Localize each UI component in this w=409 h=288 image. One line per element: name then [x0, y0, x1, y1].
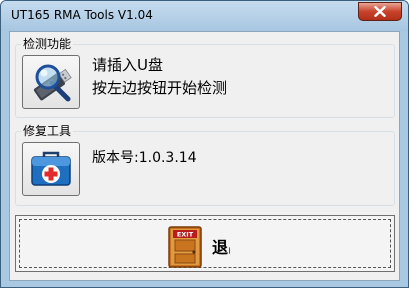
start-detect-button[interactable]: [22, 55, 80, 109]
client-area: 检测功能 请插入U盘 按左边按钮开始检测 修复工具 版本号:1.0.3.14 E…: [9, 31, 400, 281]
repair-tool-button[interactable]: [22, 142, 80, 196]
exit-door-icon: EXIT: [168, 226, 202, 268]
detect-group-legend: 检测功能: [21, 37, 74, 51]
repair-group-legend: 修复工具: [21, 124, 74, 138]
usb-drive-magnifier-icon: [33, 64, 72, 102]
version-text: 版本号:1.0.3.14: [92, 150, 197, 166]
first-aid-kit-icon: [31, 151, 71, 186]
close-button[interactable]: [358, 2, 402, 21]
exit-label: 退出: [212, 238, 230, 257]
detect-message-line1: 请插入U盘: [92, 56, 163, 74]
window-title: UT165 RMA Tools V1.04: [11, 8, 153, 22]
exit-icon-text: EXIT: [177, 231, 194, 239]
exit-button[interactable]: EXIT 退出: [15, 215, 395, 272]
exit-focus-rect: [19, 219, 391, 268]
detect-message-line2: 按左边按钮开始检测: [92, 79, 228, 97]
close-icon: [374, 6, 386, 17]
repair-group: 修复工具 版本号:1.0.3.14: [15, 124, 395, 206]
app-window: UT165 RMA Tools V1.04 检测功能 请插入U盘 按左边按钮开始…: [0, 0, 409, 288]
detect-group: 检测功能 请插入U盘 按左边按钮开始检测: [15, 37, 395, 118]
title-bar[interactable]: UT165 RMA Tools V1.04: [1, 1, 408, 31]
